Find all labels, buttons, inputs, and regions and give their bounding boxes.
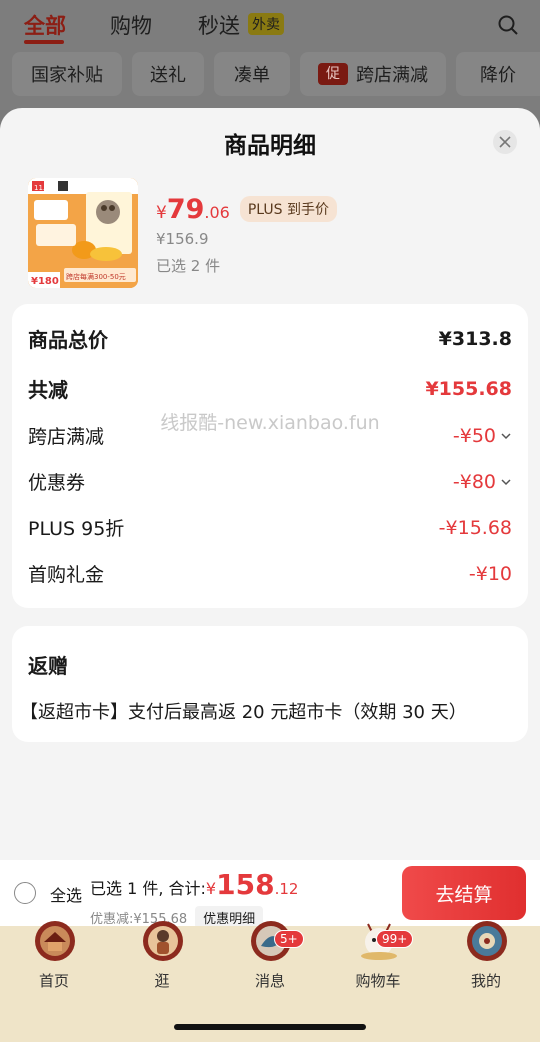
original-price: ¥156.9 xyxy=(156,230,209,248)
price-currency: ¥ xyxy=(156,203,167,223)
checkout-bar: 全选 已选 1 件, 合计: ¥ 158 .12 优惠减:¥155.68 优惠明… xyxy=(0,860,540,929)
row-label: 跨店满减 xyxy=(28,426,105,448)
row-label: 商品总价 xyxy=(28,328,108,352)
nav-label: 首页 xyxy=(38,972,69,990)
profile-icon xyxy=(467,921,507,961)
cross-store-label: 跨店每满300-50元 xyxy=(66,272,126,281)
nav-browse[interactable]: 逛 xyxy=(122,921,202,996)
tab-all[interactable]: 全部 xyxy=(24,10,66,40)
select-all-label[interactable]: 全选 xyxy=(50,882,82,906)
nav-label: 消息 xyxy=(254,972,285,990)
total-integer: 158 xyxy=(216,868,275,901)
row-label: 优惠券 xyxy=(28,472,86,494)
search-icon[interactable] xyxy=(497,14,519,36)
close-icon xyxy=(499,136,511,148)
home-indicator xyxy=(174,1024,366,1030)
bottom-nav: 首页 逛 5+ 消息 99+ 购物车 我的 xyxy=(0,921,540,1042)
chevron-down-icon xyxy=(501,478,511,485)
nav-home[interactable]: 首页 xyxy=(14,921,94,996)
summary-row-discount-total: 共减 ¥155.68 xyxy=(28,374,512,403)
summary-row-cross-store[interactable]: 跨店满减 -¥50 xyxy=(28,422,512,449)
row-value: -¥15.68 xyxy=(438,516,512,539)
row-value: ¥155.68 xyxy=(425,377,512,400)
summary-row-plus: PLUS 95折 -¥15.68 xyxy=(28,514,512,541)
plus-price-badge: PLUS 到手价 xyxy=(239,196,337,222)
unit-price: ¥ 79 .06 PLUS 到手价 xyxy=(156,194,337,226)
tab-instant-delivery[interactable]: 秒送 xyxy=(198,10,240,40)
chip-gift[interactable]: 送礼 xyxy=(132,52,204,96)
nav-label: 购物车 xyxy=(355,972,401,990)
select-all-radio[interactable] xyxy=(14,882,36,904)
chip-bundle[interactable]: 凑单 xyxy=(214,52,290,96)
summary-row-total: 商品总价 ¥313.8 xyxy=(28,324,512,353)
nav-label: 逛 xyxy=(154,972,170,990)
corner-price-label: ¥180 xyxy=(31,276,59,287)
checkout-button[interactable]: 去结算 xyxy=(402,866,526,920)
browse-icon xyxy=(143,921,183,961)
price-integer: 79 xyxy=(166,194,205,225)
chip-label: 跨店满减 xyxy=(356,65,428,86)
selected-count: 已选 2 件 xyxy=(156,257,221,275)
total-line: 已选 1 件, 合计: ¥ 158 .12 xyxy=(90,868,298,901)
background-page: 全部 购物 秒送 外卖 国家补贴 送礼 凑单 促跨店满减 降价 xyxy=(0,0,540,110)
category-chips: 国家补贴 送礼 凑单 促跨店满减 降价 xyxy=(0,52,540,98)
close-button[interactable] xyxy=(493,130,517,154)
rebate-title: 返赠 xyxy=(28,654,68,678)
promo-tag: 促 xyxy=(318,63,348,85)
chip-label: 降价 xyxy=(480,65,516,86)
row-label: 共减 xyxy=(28,378,68,402)
active-tab-indicator xyxy=(24,40,64,44)
nav-cart[interactable]: 99+ 购物车 xyxy=(338,923,418,996)
cart-badge: 99+ xyxy=(376,930,414,948)
chip-label: 凑单 xyxy=(234,65,270,86)
nav-label: 我的 xyxy=(470,972,501,990)
row-label: PLUS 95折 xyxy=(28,518,125,540)
sale-label: 11.11 xyxy=(34,184,54,192)
total-decimal: .12 xyxy=(274,880,299,898)
row-value: -¥80 xyxy=(452,470,496,493)
row-value-wrap: -¥80 xyxy=(453,471,512,493)
row-value: ¥313.8 xyxy=(438,327,512,350)
price-decimal: .06 xyxy=(204,203,230,222)
product-image[interactable]: 跨店每满300-50元 ¥180 11.11 xyxy=(28,178,138,288)
row-label: 首购礼金 xyxy=(28,564,105,586)
nav-messages[interactable]: 5+ 消息 xyxy=(230,921,310,996)
total-label: 已选 1 件, 合计: xyxy=(90,879,206,898)
row-value-wrap: -¥50 xyxy=(453,425,512,447)
summary-row-coupon[interactable]: 优惠券 -¥80 xyxy=(28,468,512,495)
home-icon xyxy=(35,921,75,961)
sheet-title: 商品明细 xyxy=(224,133,316,159)
chevron-down-icon xyxy=(501,432,511,439)
tab-shopping[interactable]: 购物 xyxy=(110,10,152,40)
row-value: -¥50 xyxy=(452,424,496,447)
chip-cross-store[interactable]: 促跨店满减 xyxy=(300,52,446,96)
rebate-text: 【返超市卡】支付后最高返 20 元超市卡（效期 30 天） xyxy=(20,702,467,723)
chip-price-drop[interactable]: 降价 xyxy=(456,52,540,96)
nav-profile[interactable]: 我的 xyxy=(446,921,526,996)
summary-row-first-purchase: 首购礼金 -¥10 xyxy=(28,560,512,587)
top-tabs: 全部 购物 秒送 外卖 xyxy=(0,0,540,50)
total-currency: ¥ xyxy=(205,879,217,898)
message-badge: 5+ xyxy=(274,930,304,948)
chip-label: 送礼 xyxy=(150,65,186,86)
waimai-badge: 外卖 xyxy=(248,13,284,35)
row-value: -¥10 xyxy=(468,562,512,585)
rebate-card: 返赠 【返超市卡】支付后最高返 20 元超市卡（效期 30 天） xyxy=(12,626,528,742)
chip-label: 国家补贴 xyxy=(31,65,103,86)
chip-national-subsidy[interactable]: 国家补贴 xyxy=(12,52,122,96)
price-summary-card: 线报酷-new.xianbao.fun 商品总价 ¥313.8 共减 ¥155.… xyxy=(12,304,528,608)
